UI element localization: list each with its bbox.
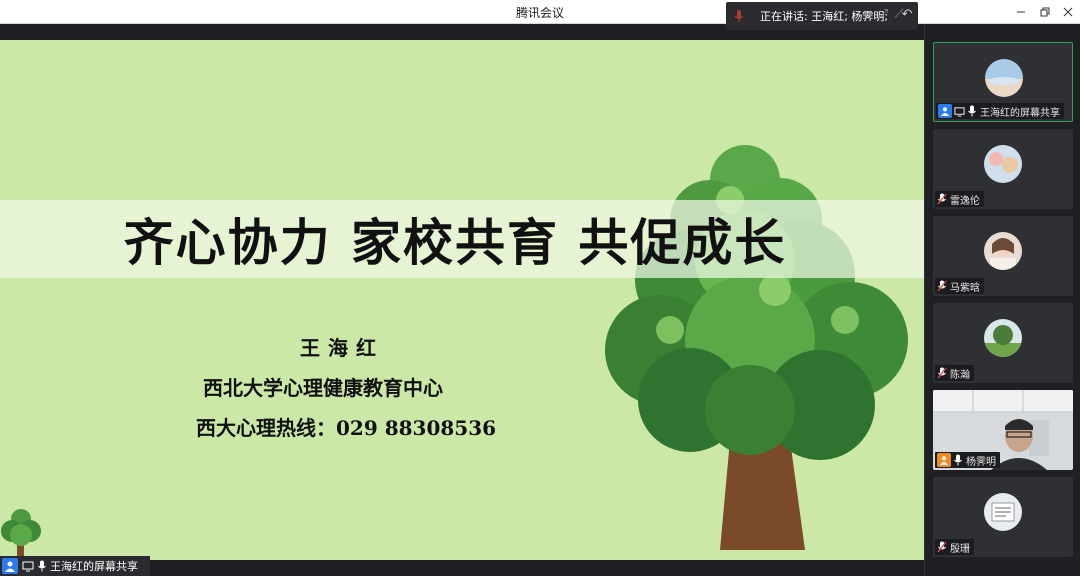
presenter-name: 王海红: [300, 336, 384, 360]
shared-slide: 齐心协力 家校共育 共促成长 王海红 西北大学心理健康教育中心 西大心理热线：0…: [0, 40, 924, 560]
minimize-icon[interactable]: [1011, 2, 1031, 22]
title-bar: 腾讯会议: [0, 0, 1080, 24]
participant-tile[interactable]: 王海红的屏幕共享: [933, 42, 1073, 122]
mic-muted-icon: [937, 193, 947, 205]
mic-icon: [968, 105, 976, 117]
share-label: 王海红的屏幕共享: [0, 556, 150, 576]
hotline: 西大心理热线：029 88308536: [196, 416, 497, 440]
meeting-window: 腾讯会议 正在讲话: 王海红; 杨霁明; ⤢ ⟋ ↶ 齐心协力 家校共育 共促成…: [0, 0, 1080, 576]
participant-tile[interactable]: 陈瀚: [933, 303, 1073, 383]
avatar: [984, 319, 1022, 357]
speaking-indicator: 正在讲话: 王海红; 杨霁明; ⤢ ⟋ ↶: [726, 2, 918, 30]
participant-name: 杨霁明: [966, 456, 996, 468]
participant-namebar: 殷珊: [935, 539, 974, 555]
avatar: [984, 493, 1022, 531]
participant-tile[interactable]: 雷逸伦: [933, 129, 1073, 209]
user-icon: [937, 453, 951, 467]
mic-muted-icon: [937, 280, 947, 292]
mic-icon: [38, 560, 46, 572]
host-icon: [2, 558, 18, 574]
participant-namebar: 雷逸伦: [935, 191, 984, 207]
app-title: 腾讯会议: [515, 6, 564, 20]
screen-share-icon: [22, 561, 34, 572]
participant-namebar: 马紫晗: [935, 278, 984, 294]
expand-icon[interactable]: ⤢: [876, 8, 890, 22]
speaking-text: 正在讲话: 王海红; 杨霁明;: [760, 10, 889, 23]
host-icon: [938, 104, 952, 118]
participant-name: 雷逸伦: [950, 195, 980, 207]
back-arrow-icon[interactable]: ↶: [900, 8, 914, 22]
participant-namebar: 陈瀚: [935, 365, 974, 381]
participant-panel[interactable]: 王海红的屏幕共享 雷逸伦 马紫晗 陈瀚 杨霁明 殷珊: [924, 24, 1080, 576]
slide-title: 齐心协力 家校共育 共促成长: [123, 213, 787, 272]
speaker-mic-icon: [734, 10, 744, 22]
participant-namebar: 王海红的屏幕共享: [936, 103, 1064, 119]
close-icon[interactable]: [1058, 2, 1078, 22]
participant-tile[interactable]: 马紫晗: [933, 216, 1073, 296]
mic-muted-icon: [937, 541, 947, 553]
mic-icon: [954, 454, 962, 466]
avatar: [985, 59, 1023, 97]
screen-share-area[interactable]: 齐心协力 家校共育 共促成长 王海红 西北大学心理健康教育中心 西大心理热线：0…: [0, 24, 924, 576]
restore-icon[interactable]: [1035, 2, 1055, 22]
avatar: [984, 145, 1022, 183]
participant-name: 陈瀚: [950, 369, 970, 381]
participant-namebar: 杨霁明: [935, 452, 1000, 468]
participant-tile[interactable]: 殷珊: [933, 477, 1073, 557]
share-label-text: 王海红的屏幕共享: [50, 560, 138, 573]
mic-muted-icon: [937, 367, 947, 379]
small-tree-illustration: [1, 509, 41, 560]
participant-name: 殷珊: [950, 543, 970, 555]
participant-name: 王海红的屏幕共享: [980, 107, 1060, 119]
participant-name: 马紫晗: [950, 282, 980, 294]
participant-video-tile[interactable]: 杨霁明: [933, 390, 1073, 470]
screen-share-icon: [954, 106, 965, 117]
organization: 西北大学心理健康教育中心: [203, 376, 443, 400]
avatar: [984, 232, 1022, 270]
